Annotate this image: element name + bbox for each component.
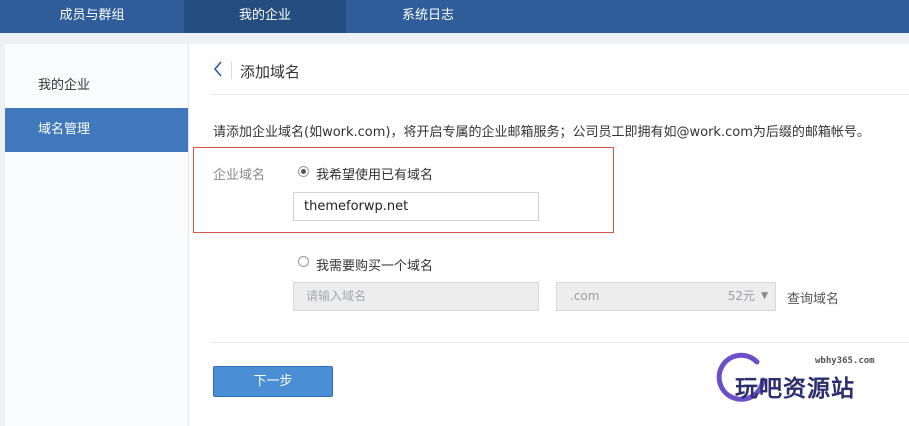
dropdown-caret-icon: ▼ xyxy=(761,291,768,301)
header-divider xyxy=(211,94,909,95)
watermark-text: 玩吧资源站 xyxy=(735,376,855,402)
buy-domain-input[interactable]: 请输入域名 xyxy=(293,282,539,311)
footer-divider xyxy=(211,342,909,343)
top-navigation: 成员与群组 我的企业 系统日志 xyxy=(0,0,909,33)
domain-field-label: 企业域名 xyxy=(213,168,266,183)
page-title: 添加域名 xyxy=(240,63,301,81)
sidebar: 我的企业 域名管理 xyxy=(5,44,189,426)
radio-use-existing-domain[interactable] xyxy=(298,166,309,177)
watermark-url: wbhy365.com xyxy=(815,356,875,366)
radio-buy-domain[interactable] xyxy=(298,256,309,267)
sidebar-item-my-enterprise[interactable]: 我的企业 xyxy=(5,64,188,108)
description-text: 请添加企业域名(如work.com)，将开启专属的企业邮箱服务；公司员工即拥有如… xyxy=(213,125,870,140)
next-step-button[interactable]: 下一步 xyxy=(213,366,333,397)
tab-my-enterprise[interactable]: 我的企业 xyxy=(184,0,346,33)
domain-suffix-select[interactable]: .com 52元 ▼ xyxy=(556,282,776,311)
domain-price: 52元 xyxy=(727,289,755,303)
radio-label-use-existing[interactable]: 我希望使用已有域名 xyxy=(316,164,433,183)
query-domain-link[interactable]: 查询域名 xyxy=(787,288,839,307)
radio-label-buy-domain[interactable]: 我需要购买一个域名 xyxy=(316,255,433,274)
title-divider xyxy=(231,61,232,79)
tab-system-log[interactable]: 系统日志 xyxy=(346,0,510,33)
existing-domain-input[interactable]: themeforwp.net xyxy=(293,192,539,221)
tab-members-groups[interactable]: 成员与群组 xyxy=(0,0,184,33)
domain-suffix-value: .com xyxy=(570,289,600,303)
back-chevron-icon[interactable] xyxy=(211,58,227,80)
sidebar-item-domain-management[interactable]: 域名管理 xyxy=(5,108,188,152)
